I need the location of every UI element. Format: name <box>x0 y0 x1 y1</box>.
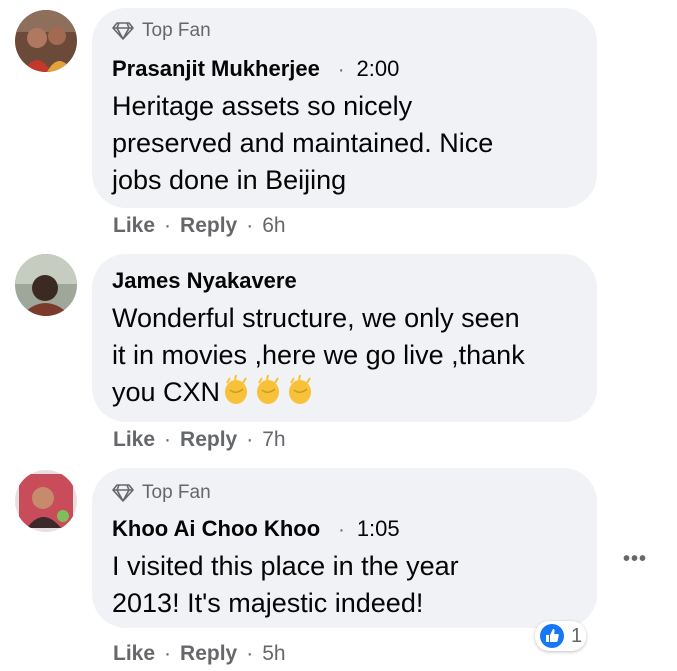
comment-text: I visited this place in the year 2013! I… <box>112 548 459 622</box>
comment-bubble-1: Top Fan Prasanjit Mukherjee · 2:00 Herit… <box>92 8 597 208</box>
more-options-icon[interactable]: ••• <box>623 548 647 571</box>
separator: · <box>246 214 254 237</box>
video-timestamp[interactable]: 1:05 <box>357 516 400 542</box>
separator: · <box>337 59 345 81</box>
comment-line: it in movies ,here we go live ,thank <box>112 340 525 370</box>
top-fan-badge[interactable]: Top Fan <box>112 20 211 42</box>
comment-actions-2: Like · Reply · 7h <box>113 428 286 452</box>
comment-line: 2013! It's majestic indeed! <box>112 588 424 618</box>
comment-line: preserved and maintained. Nice <box>112 128 494 158</box>
separator: · <box>338 519 345 541</box>
separator: · <box>164 214 172 237</box>
commenter-name[interactable]: James Nyakavere <box>112 268 297 294</box>
comment-line: Wonderful structure, we only seen <box>112 303 520 333</box>
comment-actions-1: Like · Reply · 6h <box>113 214 286 238</box>
avatar-khoo[interactable] <box>15 470 77 532</box>
comment-line: Heritage assets so nicely <box>112 91 413 121</box>
comment-text: Wonderful structure, we only seen it in … <box>112 300 525 415</box>
badge-label: Top Fan <box>142 20 211 41</box>
reaction-summary[interactable]: 1 <box>535 621 587 651</box>
clapping-hands-emoji <box>221 374 317 415</box>
top-fan-badge[interactable]: Top Fan <box>112 482 211 504</box>
video-timestamp[interactable]: 2:00 <box>357 56 400 82</box>
diamond-icon <box>112 484 134 502</box>
commenter-name[interactable]: Khoo Ai Choo Khoo <box>112 516 320 542</box>
diamond-icon <box>112 22 134 40</box>
commenter-name[interactable]: Prasanjit Mukherjee <box>112 56 320 82</box>
comment-bubble-3: Top Fan Khoo Ai Choo Khoo · 1:05 I visit… <box>92 468 597 628</box>
comment-line: you CXN <box>112 377 221 407</box>
badge-label: Top Fan <box>142 482 211 503</box>
like-button[interactable]: Like <box>113 214 155 238</box>
comment-line: jobs done in Beijing <box>112 165 347 195</box>
separator: · <box>164 642 172 665</box>
comment-line: I visited this place in the year <box>112 551 459 581</box>
comment-actions-3: Like · Reply · 5h <box>113 642 286 666</box>
comment-bubble-2: James Nyakavere Wonderful structure, we … <box>92 254 597 422</box>
separator: · <box>246 428 254 451</box>
comment-age[interactable]: 5h <box>262 642 285 666</box>
reply-button[interactable]: Reply <box>180 428 237 452</box>
avatar-prasanjit[interactable] <box>15 10 77 72</box>
reaction-count: 1 <box>571 624 583 647</box>
separator: · <box>246 642 254 665</box>
reply-button[interactable]: Reply <box>180 642 237 666</box>
like-thumb-icon <box>540 624 564 648</box>
like-button[interactable]: Like <box>113 428 155 452</box>
reply-button[interactable]: Reply <box>180 214 237 238</box>
separator: · <box>164 428 172 451</box>
comment-text: Heritage assets so nicely preserved and … <box>112 88 493 199</box>
like-button[interactable]: Like <box>113 642 155 666</box>
comment-age[interactable]: 7h <box>262 428 285 452</box>
comment-age[interactable]: 6h <box>262 214 285 238</box>
avatar-james[interactable] <box>15 254 77 316</box>
